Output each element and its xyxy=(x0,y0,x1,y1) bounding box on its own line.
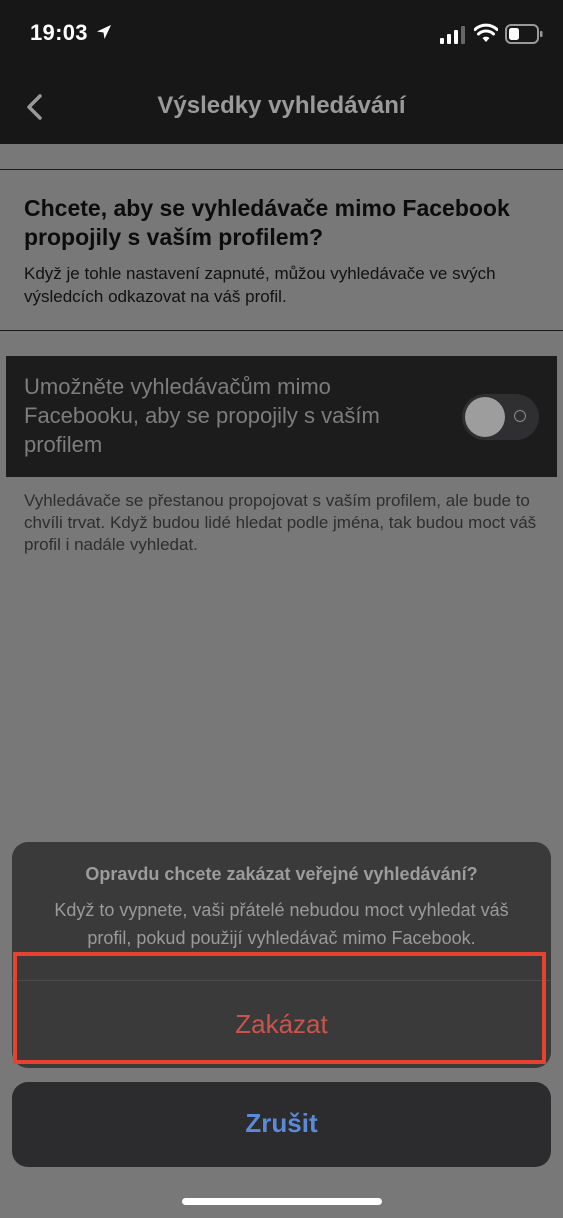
cancel-button[interactable]: Zrušit xyxy=(12,1082,551,1167)
section-description: Když je tohle nastavení zapnuté, můžou v… xyxy=(24,264,496,306)
disable-button-label: Zakázat xyxy=(235,1009,328,1039)
location-arrow-icon xyxy=(97,25,111,39)
section-heading: Chcete, aby se vyhledávače mimo Facebook… xyxy=(24,195,510,250)
cellular-signal-icon xyxy=(440,26,465,44)
disable-button[interactable]: Zakázat xyxy=(12,981,551,1068)
search-engine-toggle-switch[interactable] xyxy=(462,394,539,440)
action-sheet-message: Když to vypnete, vaši přátelé nebudou mo… xyxy=(54,900,509,948)
divider xyxy=(0,330,563,331)
search-engine-toggle-row[interactable]: Umožněte vyhledávačům mimo Facebooku, ab… xyxy=(6,356,557,477)
confirmation-action-sheet: Opravdu chcete zakázat veřejné vyhledává… xyxy=(12,842,551,1068)
switch-knob xyxy=(465,397,505,437)
navigation-bar: Výsledky vyhledávání xyxy=(0,70,563,144)
divider xyxy=(0,169,563,170)
battery-icon xyxy=(505,24,543,44)
cancel-button-label: Zrušit xyxy=(245,1108,318,1138)
toggle-label: Umožněte vyhledávačům mimo Facebooku, ab… xyxy=(24,374,380,457)
wifi-icon xyxy=(474,23,498,42)
screen: 19:03 Výsledky vyhledávání Chcete, aby s… xyxy=(0,0,563,1218)
home-indicator[interactable] xyxy=(182,1198,382,1205)
action-sheet-title: Opravdu chcete zakázat veřejné vyhledává… xyxy=(85,864,478,884)
status-bar: 19:03 xyxy=(0,0,563,70)
toggle-footnote: Vyhledávače se přestanou propojovat s va… xyxy=(24,491,537,554)
page-title: Výsledky vyhledávání xyxy=(157,92,406,119)
status-time: 19:03 xyxy=(30,20,88,45)
switch-off-indicator-icon xyxy=(514,410,526,422)
